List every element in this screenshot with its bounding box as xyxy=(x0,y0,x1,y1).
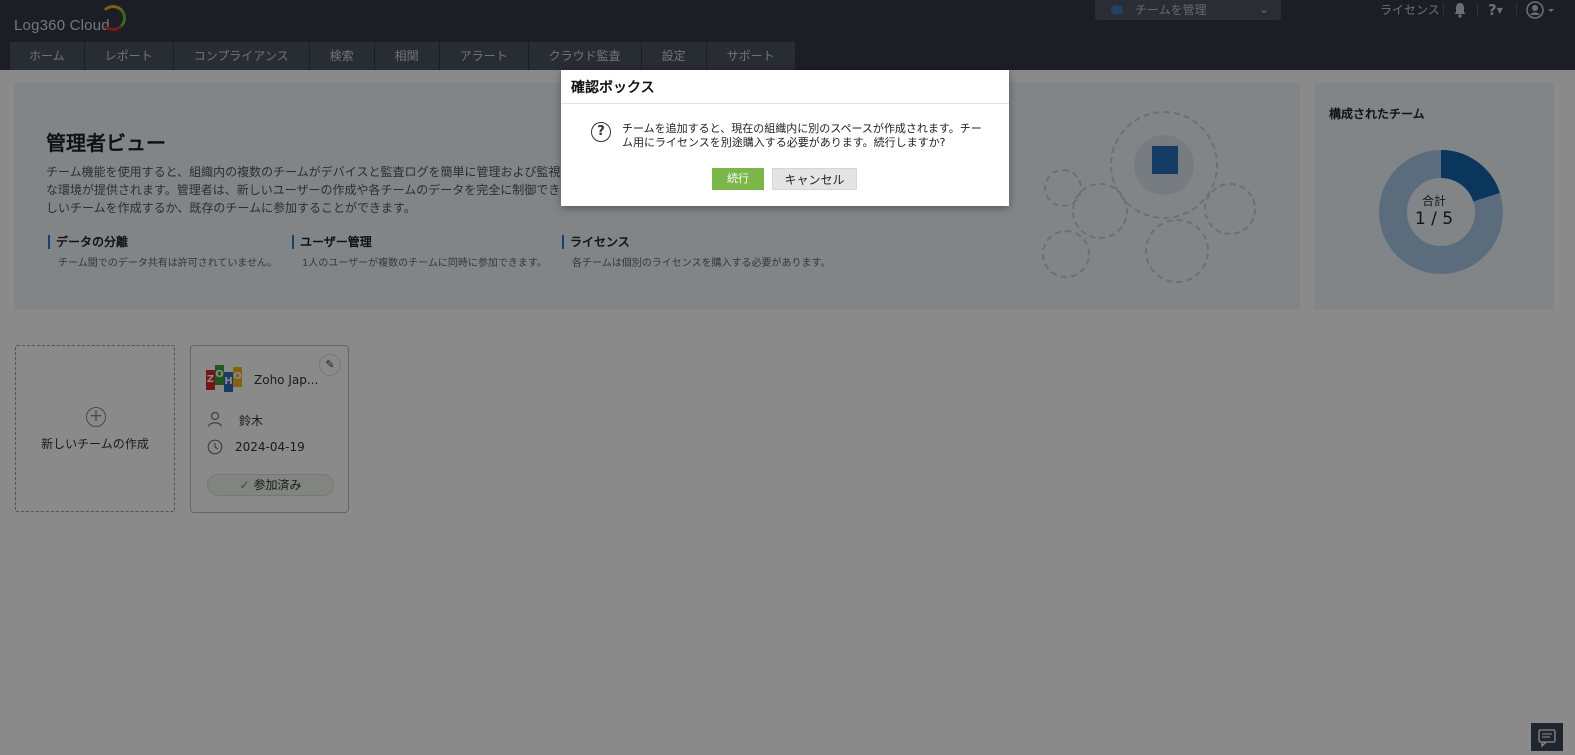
question-icon: ? xyxy=(591,122,611,142)
divider xyxy=(561,103,1009,104)
cancel-button[interactable]: キャンセル xyxy=(772,168,857,190)
confirm-dialog: 確認ボックス ? チームを追加すると、現在の組織内に別のスペースが作成されます。… xyxy=(561,70,1009,206)
dialog-title: 確認ボックス xyxy=(571,80,655,96)
dialog-message: チームを追加すると、現在の組織内に別のスペースが作成されます。チーム用にライセン… xyxy=(622,122,982,149)
continue-button[interactable]: 続行 xyxy=(712,168,764,190)
